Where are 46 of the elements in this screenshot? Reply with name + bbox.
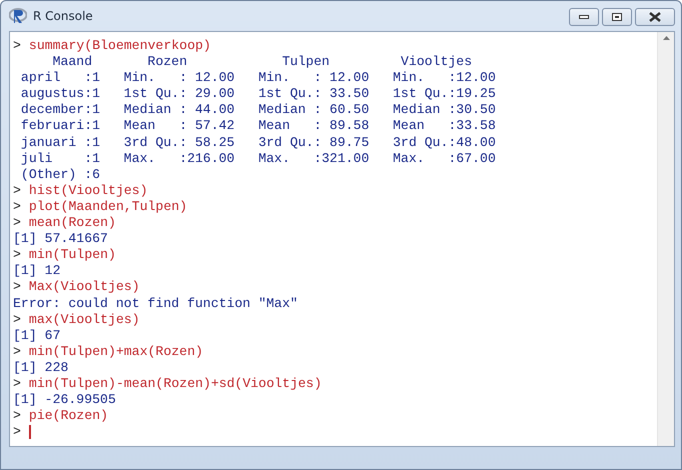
prompt-symbol: > bbox=[13, 198, 21, 216]
command-text: min(Tulpen)-mean(Rozen)+sd(Viooltjes) bbox=[28, 376, 322, 392]
output-text: januari :1 3rd Qu.: 58.25 3rd Qu.: 89.75 3rd Qu.:48.00 bbox=[20, 134, 497, 151]
window-title: R Console bbox=[33, 9, 93, 23]
command-text: pie(Rozen) bbox=[28, 408, 108, 424]
prompt-symbol: > bbox=[13, 38, 21, 54]
prompt-symbol: > bbox=[13, 376, 21, 392]
output-text: februari:1 Mean : 57.42 Mean : 89.58 Mean :33.58 bbox=[20, 118, 497, 135]
scrollbar[interactable] bbox=[657, 32, 674, 446]
command-text: min(Tulpen)+max(Rozen) bbox=[28, 344, 204, 360]
output-text: Maand Rozen Tulpen Viooltjes bbox=[52, 54, 473, 70]
prompt-symbol: > bbox=[13, 424, 21, 440]
output-text: [1] 12 bbox=[13, 263, 60, 280]
command-text: summary(Bloemenverkoop) bbox=[28, 38, 211, 54]
scroll-up-icon[interactable] bbox=[662, 36, 670, 40]
output-text: [1] 67 bbox=[13, 328, 60, 344]
minimize-button[interactable] bbox=[569, 8, 599, 26]
command-text: max(Viooltjes) bbox=[28, 312, 140, 328]
output-text: april :1 Min. : 12.00 Min. : 12.00 Min. :12.00 bbox=[20, 70, 497, 86]
command-text: mean(Rozen) bbox=[28, 215, 116, 232]
command-text: Max(Viooltjes) bbox=[28, 279, 140, 296]
maximize-button[interactable] bbox=[602, 8, 632, 26]
prompt-symbol: > bbox=[13, 408, 21, 424]
output-text: augustus:1 1st Qu.: 29.00 1st Qu.: 33.50 1st Qu.:19.25 bbox=[20, 86, 497, 102]
output-text: [1] -26.99505 bbox=[13, 392, 116, 408]
output-text: Error: could not find function "Max" bbox=[13, 296, 298, 312]
close-icon bbox=[649, 12, 661, 22]
r-logo-icon bbox=[9, 8, 27, 24]
command-text: hist(Viooltjes) bbox=[28, 182, 148, 199]
close-button[interactable] bbox=[635, 8, 675, 26]
prompt-symbol: > bbox=[13, 215, 21, 232]
text-cursor bbox=[28, 425, 31, 440]
prompt-symbol: > bbox=[13, 344, 21, 360]
output-text: december:1 Median : 44.00 Median : 60.50 Median :30.50 bbox=[20, 102, 497, 118]
prompt-symbol: > bbox=[13, 182, 21, 199]
command-text: plot(Maanden,Tulpen) bbox=[28, 198, 188, 216]
prompt-symbol: > bbox=[13, 247, 21, 264]
maximize-icon bbox=[612, 13, 622, 21]
prompt-symbol: > bbox=[13, 279, 21, 296]
output-text: juli :1 Max. :216.00 Max. :321.00 Max. :67.00 bbox=[20, 150, 497, 167]
output-text: [1] 57.41667 bbox=[13, 231, 108, 248]
prompt-symbol: > bbox=[13, 312, 21, 328]
output-text: [1] 228 bbox=[13, 360, 68, 376]
minimize-icon bbox=[579, 15, 589, 19]
command-text: min(Tulpen) bbox=[28, 247, 116, 264]
output-text: (Other) :6 bbox=[20, 166, 102, 183]
